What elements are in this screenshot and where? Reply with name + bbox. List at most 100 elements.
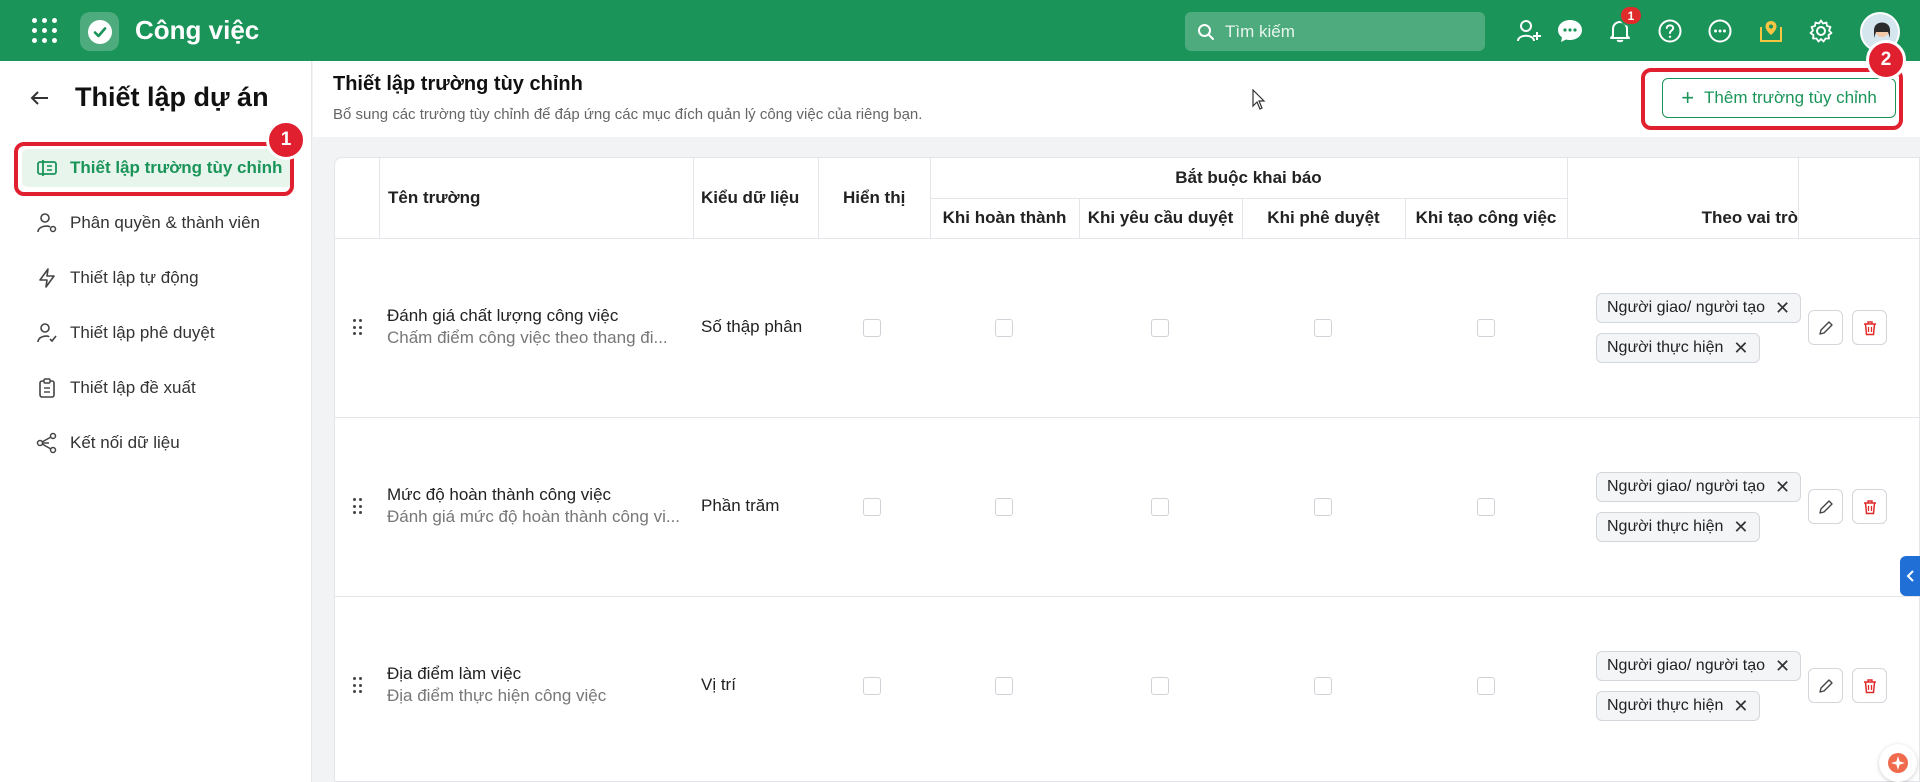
- delete-button[interactable]: [1852, 310, 1887, 345]
- required-on-approve-checkbox[interactable]: [1314, 677, 1332, 695]
- role-tag: Người thực hiện ✕: [1596, 333, 1760, 363]
- drag-handle-icon[interactable]: [353, 498, 363, 516]
- role-tag-label: Người giao/ người tạo: [1607, 478, 1766, 495]
- role-tag: Người giao/ người tạo ✕: [1596, 293, 1802, 323]
- remove-tag-icon[interactable]: ✕: [1733, 517, 1748, 538]
- field-data-type: Vị trí: [701, 675, 736, 694]
- help-icon[interactable]: [1655, 16, 1685, 46]
- pencil-icon: [1818, 320, 1833, 335]
- step-marker-1: 1: [266, 120, 306, 160]
- sidebar-item-label: Thiết lập đề xuất: [70, 378, 196, 397]
- clipboard-icon: [36, 377, 58, 399]
- visible-checkbox[interactable]: [863, 498, 881, 516]
- table-row[interactable]: Đánh giá chất lượng công việc Chấm điểm …: [335, 238, 1919, 417]
- field-data-type: Phần trăm: [701, 496, 780, 515]
- collapse-panel-tab[interactable]: [1900, 556, 1920, 596]
- location-badge-icon[interactable]: [1756, 16, 1786, 46]
- required-on-create-checkbox[interactable]: [1477, 319, 1495, 337]
- pencil-icon: [1818, 678, 1833, 693]
- required-on-request-checkbox[interactable]: [1151, 319, 1169, 337]
- field-description: Đánh giá mức độ hoàn thành công vi...: [387, 507, 681, 526]
- chevron-left-icon: [1906, 570, 1914, 582]
- field-description: Địa điểm thực hiện công việc: [387, 686, 607, 705]
- visible-checkbox[interactable]: [863, 677, 881, 695]
- pencil-icon: [1818, 499, 1833, 514]
- drag-handle-icon[interactable]: [353, 319, 363, 337]
- table-row[interactable]: Mức độ hoàn thành công việc Đánh giá mức…: [335, 417, 1919, 596]
- page-title: Thiết lập trường tùy chỉnh: [333, 73, 583, 95]
- trash-icon: [1863, 499, 1876, 514]
- add-user-icon[interactable]: [1514, 16, 1544, 46]
- column-header-name: Tên trường: [388, 188, 481, 207]
- share-nodes-icon: [36, 432, 58, 454]
- delete-button[interactable]: [1852, 489, 1887, 524]
- back-arrow-icon[interactable]: [28, 86, 52, 110]
- assistant-button[interactable]: [1879, 744, 1917, 782]
- edit-button[interactable]: [1808, 668, 1843, 703]
- column-header-on-create: Khi tạo công việc: [1415, 208, 1557, 227]
- required-on-complete-checkbox[interactable]: [995, 319, 1013, 337]
- sparkle-icon: [1888, 753, 1908, 773]
- sidebar-item-label: Phân quyền & thành viên: [70, 213, 260, 232]
- sidebar-item-data-connect[interactable]: Kết nối dữ liệu: [22, 424, 292, 462]
- required-on-approve-checkbox[interactable]: [1314, 319, 1332, 337]
- field-description: Chấm điểm công việc theo thang đi...: [387, 328, 668, 347]
- column-header-on-request: Khi yêu cầu duyệt: [1087, 208, 1234, 227]
- remove-tag-icon[interactable]: ✕: [1775, 477, 1790, 498]
- chat-icon[interactable]: [1555, 16, 1585, 46]
- role-tag-label: Người giao/ người tạo: [1607, 657, 1766, 674]
- app-logo-check-icon[interactable]: [80, 12, 119, 51]
- custom-fields-table: Tên trường Kiểu dữ liệu Hiển thị Bắt buộ…: [334, 157, 1920, 782]
- required-on-approve-checkbox[interactable]: [1314, 498, 1332, 516]
- remove-tag-icon[interactable]: ✕: [1775, 298, 1790, 319]
- sidebar-item-label: Kết nối dữ liệu: [70, 433, 180, 452]
- lightning-icon: [36, 267, 58, 289]
- sidebar-item-permissions[interactable]: Phân quyền & thành viên: [22, 204, 292, 242]
- role-tag: Người giao/ người tạo ✕: [1596, 472, 1802, 502]
- sidebar-item-proposals[interactable]: Thiết lập đề xuất: [22, 369, 292, 407]
- required-on-request-checkbox[interactable]: [1151, 498, 1169, 516]
- search-icon: [1198, 23, 1214, 40]
- required-on-complete-checkbox[interactable]: [995, 677, 1013, 695]
- drag-handle-icon[interactable]: [353, 677, 363, 695]
- required-on-create-checkbox[interactable]: [1477, 498, 1495, 516]
- sidebar-item-label: Thiết lập tự động: [70, 268, 199, 287]
- visible-checkbox[interactable]: [863, 319, 881, 337]
- column-header-type: Kiểu dữ liệu: [701, 188, 800, 207]
- delete-button[interactable]: [1852, 668, 1887, 703]
- sidebar-item-automation[interactable]: Thiết lập tự động: [22, 259, 292, 297]
- mouse-cursor-icon: [1252, 88, 1266, 111]
- trash-icon: [1863, 678, 1876, 693]
- user-settings-icon: [36, 212, 58, 234]
- edit-button[interactable]: [1808, 310, 1843, 345]
- sidebar-item-label: Thiết lập phê duyệt: [70, 323, 215, 342]
- trash-icon: [1863, 320, 1876, 335]
- sidebar-item-approval[interactable]: Thiết lập phê duyệt: [22, 314, 292, 352]
- more-icon[interactable]: [1705, 16, 1735, 46]
- role-tag: Người thực hiện ✕: [1596, 512, 1760, 542]
- required-on-complete-checkbox[interactable]: [995, 498, 1013, 516]
- required-on-create-checkbox[interactable]: [1477, 677, 1495, 695]
- apps-grid-icon[interactable]: [32, 18, 58, 44]
- sidebar-title: Thiết lập dự án: [75, 82, 269, 112]
- required-on-request-checkbox[interactable]: [1151, 677, 1169, 695]
- step-marker-2: 2: [1866, 40, 1906, 80]
- search-input[interactable]: Tìm kiếm: [1185, 12, 1485, 51]
- search-placeholder: Tìm kiếm: [1225, 21, 1295, 41]
- top-bar: Công việc Tìm kiếm 1: [0, 0, 1920, 61]
- highlight-box-2: [1641, 68, 1903, 130]
- column-header-visible: Hiển thị: [843, 188, 906, 207]
- field-name: Địa điểm làm việc: [387, 664, 522, 683]
- remove-tag-icon[interactable]: ✕: [1733, 696, 1748, 717]
- highlight-box-1: [14, 142, 294, 196]
- page-subtitle: Bổ sung các trường tùy chỉnh để đáp ứng …: [333, 106, 923, 123]
- gear-icon[interactable]: [1806, 16, 1836, 46]
- app-title[interactable]: Công việc: [135, 15, 259, 46]
- edit-button[interactable]: [1808, 489, 1843, 524]
- user-check-icon: [36, 322, 58, 344]
- remove-tag-icon[interactable]: ✕: [1733, 338, 1748, 359]
- remove-tag-icon[interactable]: ✕: [1775, 656, 1790, 677]
- table-row[interactable]: Địa điểm làm việc Địa điểm thực hiện côn…: [335, 596, 1919, 775]
- role-tag: Người thực hiện ✕: [1596, 691, 1760, 721]
- role-tag-label: Người giao/ người tạo: [1607, 299, 1766, 316]
